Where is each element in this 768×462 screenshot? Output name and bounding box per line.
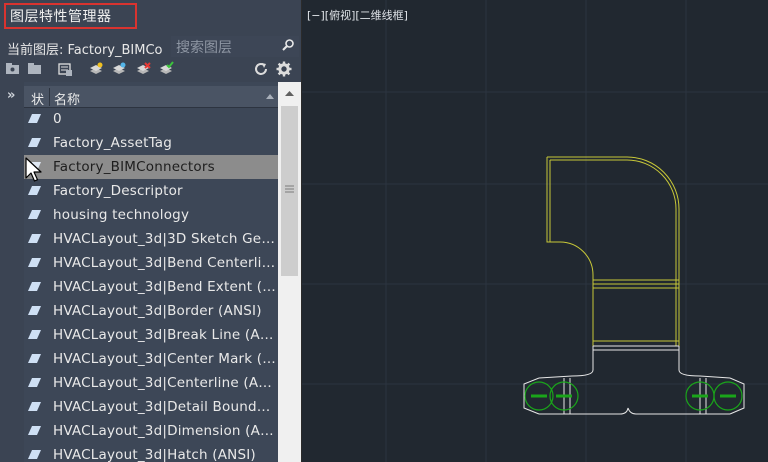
sort-ascending-icon bbox=[266, 94, 274, 99]
layer-row[interactable]: HVACLayout_3d|Bend Extent (A... bbox=[24, 275, 278, 299]
layer-list-header: 状 名称 bbox=[24, 86, 278, 108]
layer-status-icon bbox=[28, 426, 41, 435]
layer-status-icon bbox=[28, 186, 41, 195]
layer-status-icon bbox=[28, 114, 41, 123]
scroll-grip-icon bbox=[285, 185, 294, 193]
drawing-viewport[interactable]: [−][俯视][二维线框] bbox=[302, 0, 768, 462]
search-placeholder: 搜索图层 bbox=[176, 40, 232, 56]
delete-layer-icon[interactable] bbox=[135, 61, 151, 77]
column-divider[interactable] bbox=[49, 88, 50, 106]
layer-name: HVACLayout_3d|Hatch (ANSI) bbox=[53, 447, 256, 462]
layer-name: housing technology bbox=[53, 207, 190, 223]
layer-name: HVACLayout_3d|Bend Extent (A... bbox=[53, 279, 278, 295]
layer-status-icon bbox=[28, 306, 41, 315]
layer-name: Factory_Descriptor bbox=[53, 183, 183, 199]
new-layer-vp-frozen-icon[interactable] bbox=[111, 61, 127, 77]
layer-status-icon bbox=[28, 330, 41, 339]
scroll-up-arrow-icon[interactable] bbox=[278, 82, 301, 104]
layer-name: 0 bbox=[53, 111, 62, 127]
layer-list-scrollbar[interactable] bbox=[278, 82, 301, 462]
layer-status-icon bbox=[28, 210, 41, 219]
layer-row[interactable]: HVACLayout_3d|Detail Boundar... bbox=[24, 395, 278, 419]
layer-name: HVACLayout_3d|Border (ANSI) bbox=[53, 303, 262, 319]
layer-name: HVACLayout_3d|Detail Boundar... bbox=[53, 399, 278, 415]
layer-name: HVACLayout_3d|Break Line (ANSI) bbox=[53, 327, 278, 343]
layer-row[interactable]: HVACLayout_3d|3D Sketch Geo... bbox=[24, 227, 278, 251]
layer-row[interactable]: 0 bbox=[24, 107, 278, 131]
name-column-header[interactable]: 名称 bbox=[54, 89, 80, 108]
current-layer-row: 当前图层: Factory_BIMConnectors 搜索图层 bbox=[0, 36, 301, 58]
layer-name: HVACLayout_3d|3D Sketch Geo... bbox=[53, 231, 278, 247]
layer-name: HVACLayout_3d|Centerline (ANSI) bbox=[53, 375, 278, 391]
layer-row[interactable]: HVACLayout_3d|Bend Centerlin... bbox=[24, 251, 278, 275]
settings-icon[interactable] bbox=[276, 61, 292, 77]
duct-drawing bbox=[302, 0, 768, 462]
layer-name: Factory_BIMConnectors bbox=[53, 159, 215, 175]
layer-row[interactable]: HVACLayout_3d|Break Line (ANSI) bbox=[24, 323, 278, 347]
viewport-grid bbox=[302, 0, 768, 462]
new-group-filter-icon[interactable] bbox=[27, 61, 43, 77]
layer-properties-palette: 图层特性管理器 当前图层: Factory_BIMConnectors 搜索图层 bbox=[0, 0, 301, 462]
layer-row[interactable]: HVACLayout_3d|Centerline (ANSI) bbox=[24, 371, 278, 395]
current-layer-label: 当前图层: Factory_BIMConnectors bbox=[7, 43, 163, 58]
layer-status-icon bbox=[28, 282, 41, 291]
layer-status-icon bbox=[28, 234, 41, 243]
layer-list: 状 名称 0 Factory_AssetTag Factory_BIMConnect… bbox=[24, 82, 278, 462]
layer-row[interactable]: HVACLayout_3d|Dimension (AN... bbox=[24, 419, 278, 443]
palette-title-bar[interactable]: 图层特性管理器 bbox=[0, 0, 301, 35]
search-icon[interactable] bbox=[281, 38, 295, 52]
layer-toolbar bbox=[0, 58, 301, 80]
filter-pane-strip: » bbox=[0, 82, 24, 462]
layer-status-icon bbox=[28, 378, 41, 387]
layer-row[interactable]: housing technology bbox=[24, 203, 278, 227]
layer-status-icon bbox=[28, 258, 41, 267]
layer-name: HVACLayout_3d|Dimension (AN... bbox=[53, 423, 278, 439]
new-property-filter-icon[interactable] bbox=[5, 61, 21, 77]
layer-name: HVACLayout_3d|Center Mark (A... bbox=[53, 351, 278, 367]
layer-row[interactable]: HVACLayout_3d|Border (ANSI) bbox=[24, 299, 278, 323]
layer-status-icon bbox=[28, 354, 41, 363]
layer-row[interactable]: Factory_BIMConnectors bbox=[24, 155, 278, 179]
layer-row[interactable]: Factory_Descriptor bbox=[24, 179, 278, 203]
scroll-thumb[interactable] bbox=[281, 106, 298, 276]
mouse-cursor-icon bbox=[25, 157, 42, 182]
palette-title: 图层特性管理器 bbox=[10, 9, 112, 25]
bim-connectors bbox=[524, 381, 743, 411]
search-layers-input[interactable]: 搜索图层 bbox=[171, 36, 299, 57]
layer-status-icon bbox=[28, 138, 41, 147]
viewport-controls-label[interactable]: [−][俯视][二维线框] bbox=[307, 7, 408, 23]
new-layer-icon[interactable] bbox=[88, 61, 104, 77]
layer-name: HVACLayout_3d|Bend Centerlin... bbox=[53, 255, 278, 271]
layer-row[interactable]: Factory_AssetTag bbox=[24, 131, 278, 155]
layer-name: Factory_AssetTag bbox=[53, 135, 173, 151]
layer-status-icon bbox=[28, 450, 41, 459]
layer-row[interactable]: HVACLayout_3d|Hatch (ANSI) bbox=[24, 443, 278, 462]
set-current-icon[interactable] bbox=[158, 61, 174, 77]
duct-elbow bbox=[546, 156, 680, 347]
status-column-header[interactable]: 状 bbox=[31, 89, 44, 108]
layer-status-icon bbox=[28, 402, 41, 411]
layer-row[interactable]: HVACLayout_3d|Center Mark (A... bbox=[24, 347, 278, 371]
refresh-icon[interactable] bbox=[253, 61, 269, 77]
expand-filters-icon[interactable]: » bbox=[7, 88, 15, 103]
layer-states-icon[interactable] bbox=[57, 61, 73, 77]
